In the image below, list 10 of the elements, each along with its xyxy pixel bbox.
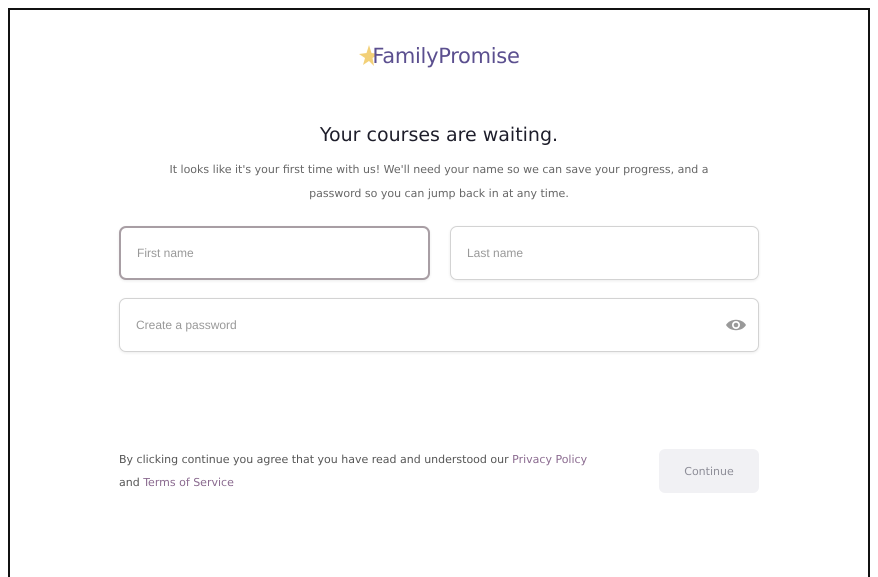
password-field[interactable]: Create a password: [119, 298, 759, 352]
logo-text: FamilyPromise: [372, 44, 520, 68]
terms-link[interactable]: Terms of Service: [143, 476, 234, 489]
intro-text: It looks like it's your first time with us! We'll need your name so we can save your progress, and a password so you can jump back in at any time.: [168, 162, 710, 202]
name-field[interactable]: First name: [119, 226, 430, 280]
name-field[interactable]: Last name: [450, 226, 759, 280]
consent-text: By clicking continue you agree that you have read and understood our Privacy Policy and Terms of Service: [119, 452, 588, 491]
eye-icon[interactable]: [725, 317, 747, 333]
privacy-link[interactable]: Privacy Policy: [512, 453, 588, 466]
heading: Your courses are waiting.: [320, 124, 558, 146]
